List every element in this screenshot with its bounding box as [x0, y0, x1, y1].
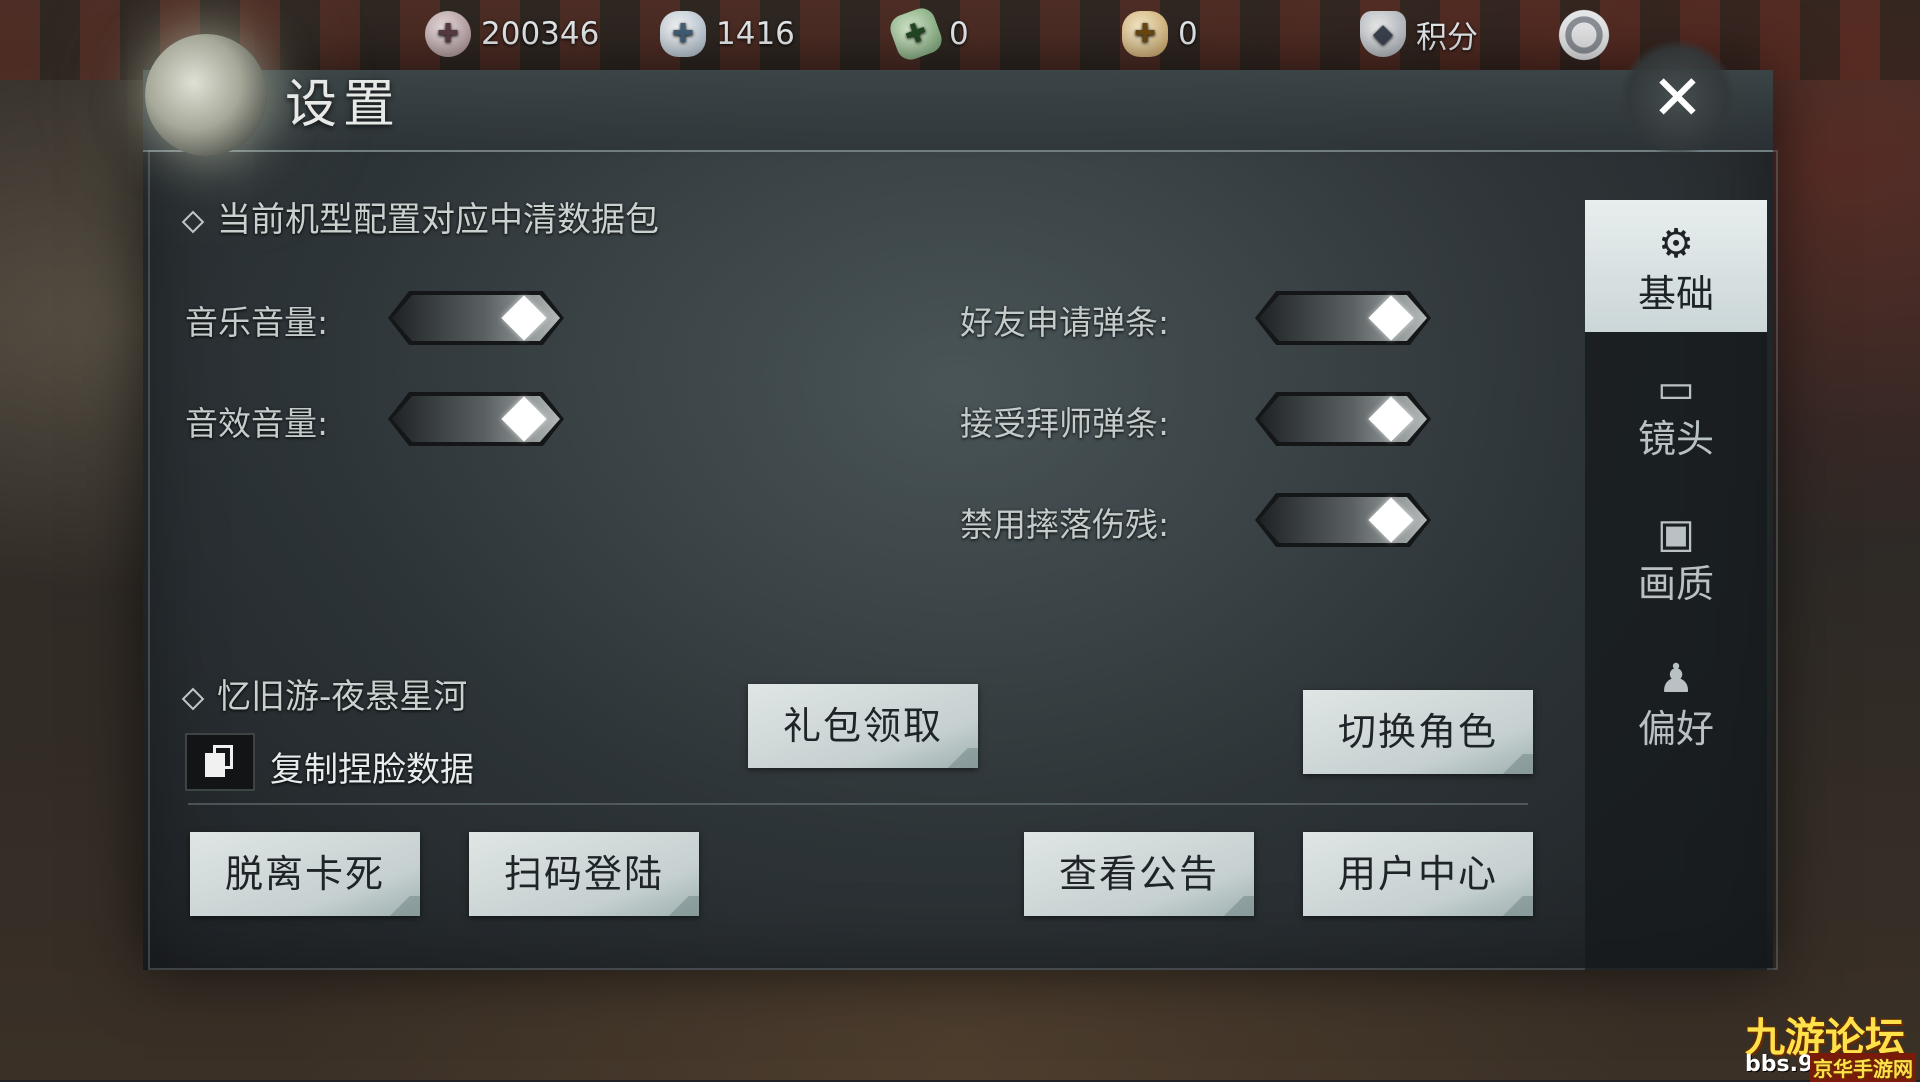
gold-ingot-icon: ✚: [1122, 11, 1168, 57]
section-data-package-label: 当前机型配置对应中清数据包: [217, 200, 659, 240]
currency-jade[interactable]: ✚ 0: [886, 4, 969, 64]
settings-gear-icon[interactable]: [1555, 6, 1613, 64]
silver-ingot-icon: ✚: [660, 11, 706, 57]
monitor-icon: ▣: [1657, 511, 1695, 557]
music-volume-label: 音乐音量:: [185, 303, 329, 342]
gear-icon: ⚙: [1658, 221, 1694, 267]
diamond-bullet-icon: [181, 687, 205, 710]
jade-icon: ✚: [886, 4, 946, 64]
scan-login-button[interactable]: 扫码登陆: [469, 832, 699, 916]
music-volume-slider[interactable]: [388, 285, 564, 351]
tab-basic-label: 基础: [1637, 272, 1714, 316]
close-button[interactable]: ✕: [1620, 40, 1735, 155]
sfx-volume-label: 音效音量:: [185, 404, 329, 443]
sfx-volume-slider[interactable]: [388, 386, 564, 452]
gold-value: 0: [1178, 16, 1198, 52]
master-request-popup-label: 接受拜师弹条:: [960, 404, 1170, 443]
panel-title: 设置: [285, 75, 402, 135]
master-request-popup-toggle[interactable]: [1255, 386, 1431, 452]
tab-bar: ⚙ 基础 ▭ 镜头 ▣ 画质 ♟ 偏好: [1585, 200, 1767, 970]
currency-points[interactable]: ◆ 积分: [1360, 8, 1478, 60]
currency-gold[interactable]: ✚ 0: [1122, 8, 1198, 60]
camera-frame-icon: ▭: [1657, 366, 1695, 412]
disable-fall-injury-toggle[interactable]: [1255, 487, 1431, 553]
unstuck-button[interactable]: 脱离卡死: [190, 832, 420, 916]
watermark-sub2: 京华手游网: [1810, 1053, 1916, 1082]
currency-coin[interactable]: ✚ 200346: [425, 8, 599, 60]
user-center-button[interactable]: 用户中心: [1303, 832, 1533, 916]
user-gear-icon: ♟: [1658, 656, 1694, 702]
tab-graphics[interactable]: ▣ 画质: [1585, 490, 1767, 622]
points-label: 积分: [1416, 19, 1478, 56]
copy-face-data-button[interactable]: [185, 733, 255, 791]
currency-silver[interactable]: ✚ 1416: [660, 8, 795, 60]
diamond-bullet-icon: [181, 210, 205, 233]
coin-value: 200346: [481, 16, 600, 52]
divider: [188, 803, 1528, 805]
tab-preference[interactable]: ♟ 偏好: [1585, 635, 1767, 767]
silver-value: 1416: [716, 16, 795, 52]
section-server: 忆旧游-夜悬星河: [181, 669, 468, 718]
copy-face-data-label[interactable]: 复制捏脸数据: [270, 742, 474, 791]
currency-bar: ✚ 200346 ✚ 1416 ✚ 0 ✚ 0 ◆ 积分: [0, 0, 1920, 70]
server-name: 忆旧游-夜悬星河: [217, 677, 468, 717]
shield-icon: ◆: [1360, 11, 1406, 57]
tab-graphics-label: 画质: [1637, 562, 1714, 606]
friend-request-popup-toggle[interactable]: [1255, 285, 1431, 351]
announcement-button[interactable]: 查看公告: [1024, 832, 1254, 916]
copy-icon: [205, 745, 235, 779]
switch-role-button[interactable]: 切换角色: [1303, 690, 1533, 774]
tab-camera-label: 镜头: [1637, 417, 1714, 461]
watermark-sub: bbs.9: [1745, 1052, 1814, 1077]
moon-emblem-icon: [145, 34, 267, 156]
coin-icon: ✚: [425, 11, 471, 57]
tab-preference-label: 偏好: [1637, 707, 1714, 751]
tab-basic[interactable]: ⚙ 基础: [1585, 200, 1767, 332]
gift-claim-button[interactable]: 礼包领取: [748, 684, 978, 768]
section-data-package: 当前机型配置对应中清数据包: [181, 192, 659, 241]
friend-request-popup-label: 好友申请弹条:: [960, 303, 1170, 342]
disable-fall-injury-label: 禁用摔落伤残:: [960, 505, 1170, 544]
tab-camera[interactable]: ▭ 镜头: [1585, 345, 1767, 477]
forum-watermark: 九游论坛 bbs.9 京华手游网: [1690, 1005, 1920, 1082]
jade-value: 0: [949, 16, 969, 52]
